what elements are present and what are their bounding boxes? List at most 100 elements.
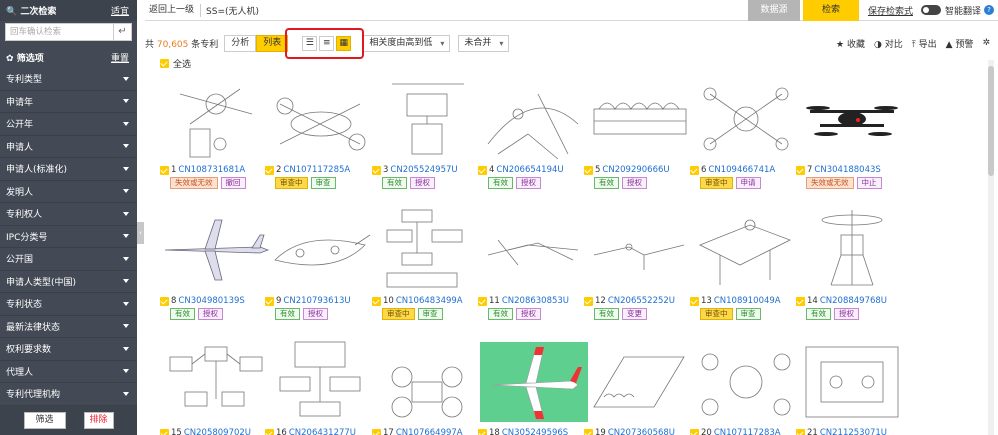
patent-card[interactable]: 4 CN206654194U 有效 授权	[478, 74, 590, 189]
filter-item[interactable]: 权利要求数	[0, 338, 137, 361]
patent-number-link[interactable]: CN107664997A	[396, 428, 463, 435]
patent-card[interactable]: 20 CN107117283A	[690, 337, 802, 435]
patent-number[interactable]: 5 CN209290666U	[584, 165, 670, 175]
patent-number-link[interactable]: CN206654194U	[496, 165, 563, 175]
patent-number-link[interactable]: CN208849768U	[820, 296, 887, 306]
patent-card[interactable]: 9 CN210793613U 有效 授权	[265, 205, 377, 320]
help-icon[interactable]: ?	[984, 5, 994, 15]
filter-item[interactable]: 代理人	[0, 361, 137, 383]
patent-number-link[interactable]: CN209290666U	[602, 165, 669, 175]
patent-card[interactable]: 6 CN109466741A 审查中 申请	[690, 74, 802, 189]
patent-number-link[interactable]: CN108910049A	[714, 296, 781, 306]
patent-card[interactable]: 16 CN206431277U	[265, 337, 377, 435]
filter-item[interactable]: 申请人	[0, 136, 137, 158]
alert-button[interactable]: ▲ 预警	[946, 37, 974, 50]
select-all-checkbox[interactable]	[160, 59, 169, 68]
patent-number-link[interactable]: CN109466741A	[708, 165, 775, 175]
patent-number[interactable]: 19 CN207360568U	[584, 428, 675, 435]
apply-link[interactable]: 适宜	[111, 4, 129, 17]
patent-checkbox[interactable]	[584, 428, 593, 435]
ai-translate-toggle[interactable]	[920, 5, 941, 15]
patent-number[interactable]: 10 CN106483499A	[372, 296, 463, 306]
patent-drawing-thumbnail[interactable]	[690, 74, 802, 164]
list-tab[interactable]: 列表	[256, 34, 289, 52]
patent-card[interactable]: 21 CN211253071U	[796, 337, 908, 435]
filter-item[interactable]: 最新法律状态	[0, 316, 137, 338]
patent-number-link[interactable]: CN107117285A	[283, 165, 350, 175]
patent-drawing-thumbnail[interactable]	[160, 337, 272, 427]
patent-number-link[interactable]: CN205809702U	[184, 428, 251, 435]
filter-item[interactable]: 专利类型	[0, 68, 137, 91]
patent-number[interactable]: 13 CN108910049A	[690, 296, 781, 306]
filter-item[interactable]: 专利权人	[0, 203, 137, 226]
patent-number-link[interactable]: CN107117283A	[714, 428, 781, 435]
patent-card[interactable]: 17 CN107664997A	[372, 337, 484, 435]
patent-number[interactable]: 21 CN211253071U	[796, 428, 887, 435]
patent-number[interactable]: 9 CN210793613U	[265, 296, 351, 306]
filter-item[interactable]: 申请人类型(中国)	[0, 271, 137, 293]
patent-number[interactable]: 11 CN208630853U	[478, 296, 569, 306]
patent-drawing-thumbnail[interactable]	[372, 205, 484, 295]
reset-link[interactable]: 重置	[111, 51, 129, 64]
patent-card[interactable]: 1 CN108731681A 失效或无效 撤回	[160, 74, 272, 189]
patent-checkbox[interactable]	[372, 428, 381, 435]
collapse-sidebar-handle[interactable]: ‹	[137, 222, 144, 244]
patent-card[interactable]: 10 CN106483499A 审查中 审查	[372, 205, 484, 320]
query-input[interactable]: SS=(无人机)	[201, 4, 748, 17]
patent-number[interactable]: 2 CN107117285A	[265, 165, 350, 175]
patent-number-link[interactable]: CN207360568U	[608, 428, 675, 435]
patent-drawing-thumbnail[interactable]	[265, 337, 377, 427]
patent-drawing-thumbnail[interactable]	[584, 74, 696, 164]
patent-checkbox[interactable]	[372, 296, 381, 306]
filter-item[interactable]: 公开年	[0, 113, 137, 136]
exclude-button[interactable]: 排除	[83, 412, 114, 429]
patent-number-link[interactable]: CN210793613U	[283, 296, 350, 306]
export-button[interactable]: ⤒ 导出	[912, 37, 937, 50]
patent-checkbox[interactable]	[584, 296, 593, 306]
patent-number-link[interactable]: CN211253071U	[820, 428, 887, 435]
patent-card[interactable]: 18 CN305249596S	[478, 337, 590, 435]
patent-checkbox[interactable]	[796, 428, 805, 435]
patent-checkbox[interactable]	[584, 165, 593, 175]
patent-drawing-thumbnail[interactable]	[584, 205, 696, 295]
patent-number[interactable]: 15 CN205809702U	[160, 428, 251, 435]
patent-checkbox[interactable]	[690, 296, 699, 306]
patent-card[interactable]: 12 CN206552252U 有效 变更	[584, 205, 696, 320]
enter-icon[interactable]: ↵	[113, 24, 131, 40]
patent-drawing-thumbnail[interactable]	[796, 74, 908, 164]
patent-number[interactable]: 7 CN304188043S	[796, 165, 881, 175]
filter-item[interactable]: 专利代理机构	[0, 383, 137, 406]
compare-button[interactable]: ◑ 对比	[874, 37, 903, 50]
patent-card[interactable]: 13 CN108910049A 审查中 审查	[690, 205, 802, 320]
patent-number-link[interactable]: CN304980139S	[178, 296, 244, 306]
patent-number[interactable]: 18 CN305249596S	[478, 428, 568, 435]
filter-item[interactable]: 发明人	[0, 181, 137, 203]
patent-checkbox[interactable]	[265, 428, 274, 435]
data-source-button[interactable]: 数据源	[747, 0, 800, 21]
patent-card[interactable]: 2 CN107117285A 审查中 审查	[265, 74, 377, 189]
patent-drawing-thumbnail[interactable]	[478, 337, 590, 427]
search-button[interactable]: 检索	[802, 0, 859, 21]
patent-number[interactable]: 12 CN206552252U	[584, 296, 675, 306]
patent-number[interactable]: 1 CN108731681A	[160, 165, 245, 175]
settings-gear-icon[interactable]: ✲	[982, 38, 990, 48]
select-all[interactable]: 全选	[160, 57, 191, 70]
patent-number-link[interactable]: CN106483499A	[396, 296, 463, 306]
patent-checkbox[interactable]	[796, 296, 805, 306]
patent-number[interactable]: 8 CN304980139S	[160, 296, 245, 306]
patent-checkbox[interactable]	[160, 428, 169, 435]
patent-number[interactable]: 16 CN206431277U	[265, 428, 356, 435]
favorite-button[interactable]: ★ 收藏	[836, 37, 865, 50]
patent-drawing-thumbnail[interactable]	[265, 205, 377, 295]
patent-checkbox[interactable]	[478, 428, 487, 435]
patent-number-link[interactable]: CN206431277U	[289, 428, 356, 435]
patent-card[interactable]: 8 CN304980139S 有效 授权	[160, 205, 272, 320]
patent-checkbox[interactable]	[265, 165, 274, 175]
patent-number-link[interactable]: CN305249596S	[502, 428, 568, 435]
patent-drawing-thumbnail[interactable]	[584, 337, 696, 427]
patent-drawing-thumbnail[interactable]	[478, 205, 590, 295]
patent-card[interactable]: 7 CN304188043S 失效或无效 中止	[796, 74, 908, 189]
patent-number[interactable]: 4 CN206654194U	[478, 165, 564, 175]
patent-number[interactable]: 3 CN205524957U	[372, 165, 458, 175]
scrollbar-thumb[interactable]	[988, 66, 994, 176]
